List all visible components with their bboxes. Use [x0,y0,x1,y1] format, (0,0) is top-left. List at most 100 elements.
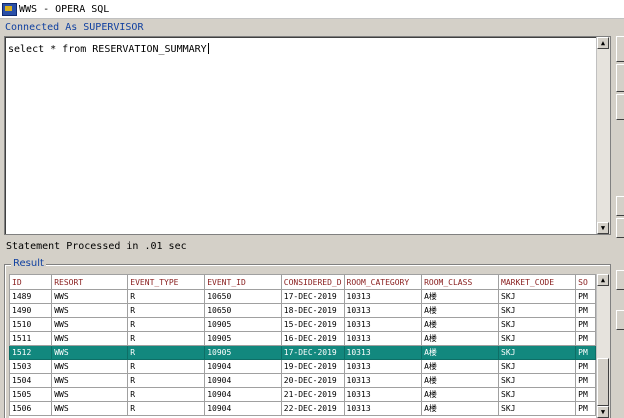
result-grid[interactable]: ID RESORT EVENT_TYPE EVENT_ID CONSIDERED_D RO… [9,274,596,418]
table-cell[interactable]: PM [575,331,596,346]
table-cell[interactable]: 1503 [9,359,53,374]
column-header[interactable]: CONSIDERED_D [280,274,345,290]
side-button-7[interactable] [616,310,624,330]
table-row[interactable]: 1489 WWS R 10650 17-DEC-2019 10313 A楼 SKJ PM [9,289,596,304]
table-cell[interactable]: A楼 [421,373,500,388]
table-cell[interactable]: 22-DEC-2019 [280,401,345,416]
table-cell[interactable]: 10313 [343,359,423,374]
table-cell[interactable]: SKJ [498,317,577,332]
table-cell[interactable]: SKJ [498,359,577,374]
table-cell[interactable]: PM [575,359,596,374]
grid-scroll-down-icon[interactable]: ▼ [597,406,609,418]
table-cell[interactable]: 10904 [204,359,282,374]
table-cell[interactable]: R [127,373,206,388]
table-cell[interactable]: PM [575,303,596,318]
table-cell[interactable]: SKJ [498,289,577,304]
table-cell[interactable]: PM [575,317,596,332]
table-cell[interactable]: 1512 [9,345,53,360]
table-cell[interactable]: 10905 [204,331,282,346]
table-cell[interactable]: 10313 [343,317,423,332]
table-cell[interactable]: WWS [51,401,129,416]
column-header[interactable]: ID [9,274,53,290]
table-cell[interactable]: 10313 [343,387,423,402]
scroll-up-icon[interactable]: ▲ [597,37,609,49]
table-cell[interactable]: 17-DEC-2019 [280,289,345,304]
table-cell[interactable]: 10905 [204,345,282,360]
table-cell[interactable]: 19-DEC-2019 [280,359,345,374]
table-cell[interactable]: 10313 [343,303,423,318]
column-header[interactable]: SO [575,274,596,290]
table-cell[interactable]: PM [575,289,596,304]
table-cell[interactable]: WWS [51,373,129,388]
table-cell[interactable]: 21-DEC-2019 [280,387,345,402]
table-cell[interactable]: R [127,331,206,346]
table-cell[interactable]: R [127,289,206,304]
table-cell[interactable]: 10313 [343,331,423,346]
column-header[interactable]: ROOM_CLASS [421,274,500,290]
table-cell[interactable]: 10904 [204,387,282,402]
table-cell[interactable]: 10904 [204,401,282,416]
table-cell[interactable]: A楼 [421,359,500,374]
table-cell[interactable]: R [127,387,206,402]
table-cell[interactable]: 10904 [204,373,282,388]
side-button-5[interactable] [616,218,624,238]
table-cell[interactable]: WWS [51,387,129,402]
table-cell[interactable]: R [127,303,206,318]
table-cell[interactable]: A楼 [421,289,500,304]
table-cell[interactable]: WWS [51,317,129,332]
table-cell[interactable]: 1511 [9,331,53,346]
table-cell[interactable]: R [127,401,206,416]
column-header[interactable]: RESORT [51,274,129,290]
table-cell[interactable]: PM [575,387,596,402]
table-cell[interactable]: A楼 [421,401,500,416]
table-cell[interactable]: SKJ [498,387,577,402]
table-cell[interactable]: A楼 [421,317,500,332]
column-header[interactable]: EVENT_ID [204,274,282,290]
table-cell[interactable]: WWS [51,359,129,374]
grid-scroll-thumb[interactable] [597,358,609,406]
table-cell[interactable]: A楼 [421,303,500,318]
table-row[interactable]: 1506 WWS R 10904 22-DEC-2019 10313 A楼 SKJ PM [9,401,596,416]
side-button-1[interactable] [616,36,624,62]
table-cell[interactable]: 10313 [343,373,423,388]
table-cell[interactable]: 1505 [9,387,53,402]
table-cell[interactable]: A楼 [421,331,500,346]
table-cell[interactable]: SKJ [498,303,577,318]
table-cell[interactable]: PM [575,345,596,360]
table-cell[interactable]: WWS [51,345,129,360]
table-cell[interactable]: A楼 [421,345,500,360]
scroll-down-icon[interactable]: ▼ [597,222,609,234]
table-cell[interactable]: 1510 [9,317,53,332]
table-row[interactable]: 1505 WWS R 10904 21-DEC-2019 10313 A楼 SKJ PM [9,387,596,402]
sql-editor[interactable]: select * from RESERVATION_SUMMARY ▲ ▼ [4,36,611,235]
table-cell[interactable]: 1490 [9,303,53,318]
column-header[interactable]: EVENT_TYPE [127,274,206,290]
table-cell[interactable]: 10650 [204,289,282,304]
table-cell[interactable]: 10313 [343,345,423,360]
table-cell[interactable]: 10313 [343,401,423,416]
table-cell[interactable]: SKJ [498,345,577,360]
table-cell[interactable]: WWS [51,303,129,318]
table-row[interactable]: 1510 WWS R 10905 15-DEC-2019 10313 A楼 SKJ PM [9,317,596,332]
table-cell[interactable]: SKJ [498,373,577,388]
table-cell[interactable]: 1504 [9,373,53,388]
table-cell[interactable]: 16-DEC-2019 [280,331,345,346]
grid-scroll-up-icon[interactable]: ▲ [597,274,609,286]
side-button-2[interactable] [616,64,624,92]
side-button-3[interactable] [616,94,624,120]
editor-scrollbar[interactable]: ▲ ▼ [596,37,610,234]
table-cell[interactable]: R [127,359,206,374]
table-cell[interactable]: PM [575,373,596,388]
column-header[interactable]: MARKET_CODE [498,274,577,290]
table-cell[interactable]: R [127,345,206,360]
sql-query-text[interactable]: select * from RESERVATION_SUMMARY [8,44,207,55]
table-row[interactable]: 1504 WWS R 10904 20-DEC-2019 10313 A楼 SKJ PM [9,373,596,388]
table-cell[interactable]: 10650 [204,303,282,318]
table-cell[interactable]: 10313 [343,289,423,304]
column-header[interactable]: ROOM_CATEGORY [343,274,423,290]
table-row[interactable]: 1503 WWS R 10904 19-DEC-2019 10313 A楼 SKJ PM [9,359,596,374]
side-button-4[interactable] [616,196,624,216]
side-button-6[interactable] [616,270,624,290]
grid-scrollbar[interactable]: ▲ ▼ [596,274,610,418]
table-cell[interactable]: SKJ [498,401,577,416]
